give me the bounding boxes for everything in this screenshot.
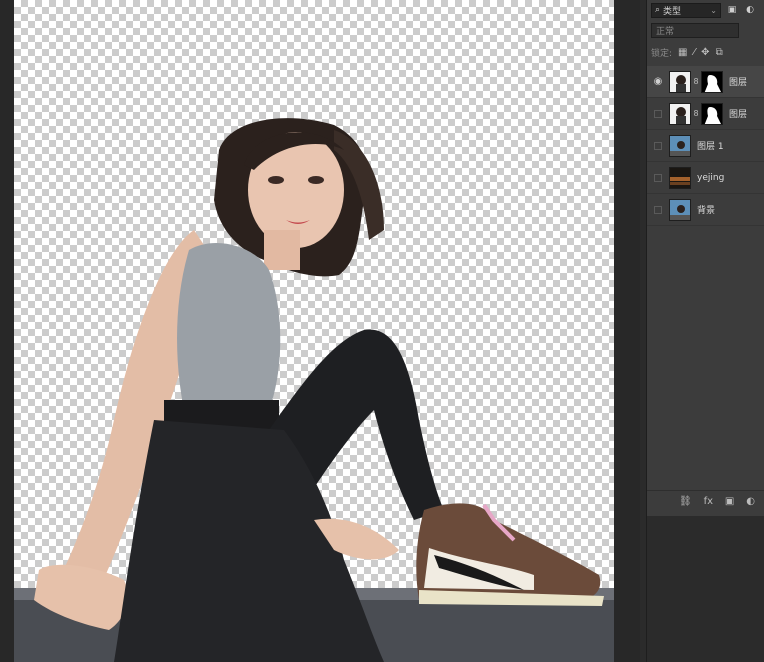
layer-list: ◉ 8 图层 8 图层 图层 1 yejing 背景: [647, 66, 764, 226]
layer-mask-thumbnail[interactable]: [701, 102, 723, 125]
adjustment-layer-icon[interactable]: ◐: [746, 496, 755, 507]
filter-kind-label: 类型: [663, 6, 682, 17]
blend-mode-label: 正常: [656, 27, 675, 37]
search-icon: ⌕: [655, 5, 661, 15]
cutout-photo: [14, 118, 614, 662]
layer-thumbnail: [669, 134, 691, 157]
filter-row: ⌕ 类型 ⌄ ▣ ◐: [647, 0, 764, 20]
layer-row[interactable]: 图层 1: [647, 130, 764, 162]
panel-empty-area: [647, 516, 764, 662]
layer-thumbnail: [669, 166, 691, 189]
chevron-down-icon: ⌄: [710, 5, 717, 15]
layer-name: 图层 1: [697, 142, 724, 152]
layer-name: 背景: [697, 206, 716, 216]
layer-row[interactable]: ◉ 8 图层: [647, 66, 764, 98]
layer-row[interactable]: 背景: [647, 194, 764, 226]
chain-link-icon[interactable]: 8: [691, 109, 701, 118]
layer-mask-thumbnail[interactable]: [701, 70, 723, 93]
document-canvas-area: [0, 0, 640, 662]
eye-off-icon[interactable]: [647, 162, 669, 194]
fx-icon[interactable]: fx: [704, 496, 713, 507]
lock-brush-icon[interactable]: ⁄: [694, 47, 696, 58]
lock-row: 锁定: ▦ ⁄ ✥ ⧉: [647, 42, 764, 62]
layer-name: 图层: [729, 78, 748, 88]
lock-move-icon[interactable]: ✥: [701, 47, 709, 58]
layer-thumbnail: [669, 198, 691, 221]
layer-row[interactable]: yejing: [647, 162, 764, 194]
eye-icon[interactable]: ◉: [647, 66, 669, 98]
filter-image-icon[interactable]: ▣: [725, 3, 739, 17]
filter-kind-select[interactable]: ⌕ 类型 ⌄: [651, 2, 721, 18]
blend-mode-select[interactable]: 正常: [651, 23, 739, 38]
lock-pixels-icon[interactable]: ▦: [678, 47, 687, 58]
document-canvas[interactable]: [14, 0, 614, 662]
link-layers-icon[interactable]: ⛓: [679, 496, 692, 507]
layer-name: yejing: [697, 172, 725, 183]
eye-off-icon[interactable]: [647, 130, 669, 162]
layer-name: 图层: [729, 110, 748, 120]
layers-panel: ⌕ 类型 ⌄ ▣ ◐ 正常 锁定: ▦ ⁄ ✥ ⧉ ◉ 8 图层 8 图层 图层…: [646, 0, 764, 662]
lock-artboard-icon[interactable]: ⧉: [716, 47, 723, 58]
chain-link-icon[interactable]: 8: [691, 77, 701, 86]
eye-off-icon[interactable]: [647, 98, 669, 130]
eye-off-icon[interactable]: [647, 194, 669, 226]
layer-thumbnail: [669, 102, 691, 125]
layer-thumbnail: [669, 70, 691, 93]
filter-adjust-icon[interactable]: ◐: [743, 3, 757, 17]
lock-label: 锁定:: [651, 48, 673, 59]
add-mask-icon[interactable]: ▣: [725, 496, 734, 507]
layer-row[interactable]: 8 图层: [647, 98, 764, 130]
layers-panel-footer: ⛓ fx ▣ ◐: [647, 490, 764, 512]
